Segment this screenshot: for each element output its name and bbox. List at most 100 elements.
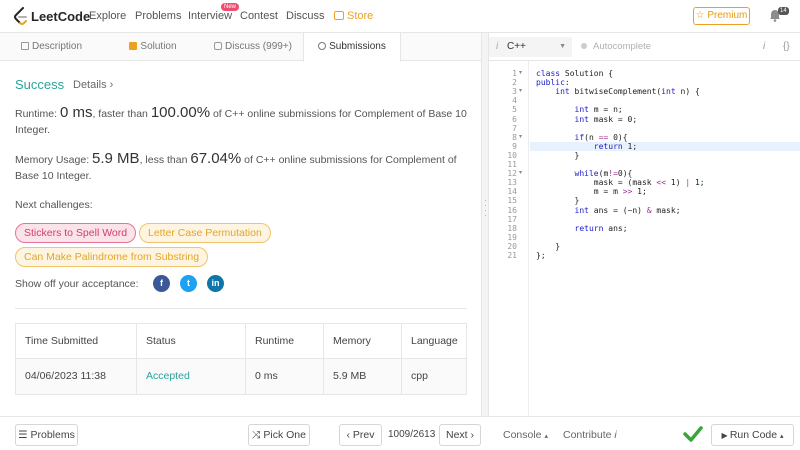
premium-button[interactable]: ☆ Premium [693, 7, 750, 25]
facebook-icon[interactable]: f [153, 275, 170, 292]
line-number: 17 [507, 214, 517, 224]
cell-status-accepted[interactable]: Accepted [137, 359, 246, 394]
braces-icon-button[interactable]: {} [783, 33, 790, 61]
twitter-icon[interactable]: t [180, 275, 197, 292]
contribute-button[interactable]: Contribute i [563, 424, 617, 446]
info-icon: i [614, 429, 617, 441]
runtime-summary: Runtime: 0 ms, faster than 100.00% of C+… [15, 105, 467, 138]
language-select[interactable]: i C++ ▼ [489, 37, 572, 57]
table-row[interactable]: 04/06/2023 11:38 Accepted 0 ms 5.9 MB cp… [16, 359, 466, 394]
tab-submissions-label: Submissions [329, 41, 386, 52]
header-status: Status [137, 324, 246, 359]
line-number: 19 [507, 232, 517, 242]
line-number: 18 [507, 223, 517, 233]
clock-icon [318, 42, 327, 50]
problem-tabs: Description Solution Discuss (999+) Subm… [0, 33, 481, 62]
header-language: Language [411, 335, 458, 347]
line-number: 8 [512, 132, 517, 142]
code-line: int ans = (~n) & mask; [574, 205, 681, 215]
submissions-table: Time Submitted Status Runtime Memory Lan… [15, 323, 467, 395]
shuffle-icon: ⤨ [252, 429, 264, 441]
pane-splitter[interactable]: · · · · [481, 33, 489, 416]
code-line: m = m >> 1; [536, 187, 647, 197]
line-number: 11 [507, 160, 517, 169]
linkedin-icon[interactable]: in [207, 275, 224, 292]
tab-discuss[interactable]: Discuss (999+) [203, 33, 303, 61]
leetcode-logo[interactable]: LeetCode [14, 7, 90, 25]
code-line: int mask = 0; [574, 114, 638, 124]
code-line: } [536, 241, 561, 251]
line-number: 21 [507, 251, 517, 260]
prev-button[interactable]: ‹ Prev [339, 424, 382, 446]
notification-count: 14 [778, 7, 789, 15]
code-line: int m = n; [574, 105, 623, 115]
console-label: Console [503, 429, 542, 441]
challenge-stickers-to-spell-word[interactable]: Stickers to Spell Word [15, 223, 137, 243]
line-number: 9 [512, 141, 517, 151]
runtime-label: Runtime: [15, 108, 58, 120]
problems-button[interactable]: ☰ Problems [15, 424, 78, 446]
challenge-letter-case-permutation[interactable]: Letter Case Permutation [139, 223, 271, 243]
nav-discuss[interactable]: Discuss [286, 10, 325, 22]
code-line: } [536, 196, 580, 206]
caret-up-icon: ▴ [544, 433, 548, 440]
line-number: 12 [507, 169, 517, 179]
play-icon: ▶ [721, 431, 730, 440]
problems-button-label: Problems [30, 429, 75, 441]
line-number: 5 [512, 105, 517, 115]
discuss-icon [214, 42, 223, 50]
nav-store[interactable]: Store [334, 10, 373, 22]
details-link[interactable]: Details › [73, 79, 113, 91]
nav-contest[interactable]: Contest [240, 10, 278, 22]
code-editor[interactable]: class Solution {public: int bitwiseCompl… [530, 61, 800, 416]
tab-discuss-label: Discuss (999+) [225, 41, 292, 52]
lock-icon [129, 42, 138, 50]
console-button[interactable]: Console ▴ [503, 424, 548, 448]
next-button[interactable]: Next › [439, 424, 481, 446]
fold-toggle-icon[interactable]: ▾ [519, 169, 522, 178]
description-icon [20, 42, 29, 50]
nav-interview[interactable]: Interview New [188, 3, 240, 22]
line-number: 13 [507, 178, 517, 188]
memory-mid: , less than [139, 154, 188, 166]
fold-toggle-icon[interactable]: ▾ [519, 87, 522, 96]
run-code-button[interactable]: ▶ Run Code ▴ [711, 424, 794, 446]
runtime-percentile: 100.00% [150, 104, 211, 121]
autocomplete-toggle[interactable]: Autocomplete [581, 33, 651, 61]
runtime-mid: , faster than [92, 108, 148, 120]
code-line: while(m!=0){ [574, 169, 633, 179]
run-code-label: Run Code [729, 429, 778, 441]
table-header-row: Time Submitted Status Runtime Memory Lan… [16, 324, 466, 359]
tab-solution[interactable]: Solution [103, 33, 203, 61]
tab-description[interactable]: Description [0, 33, 103, 61]
memory-summary: Memory Usage: 5.9 MB, less than 67.04% o… [15, 151, 467, 184]
line-number: 14 [507, 187, 517, 197]
code-line: class Solution { [536, 69, 614, 78]
header-memory: Memory [324, 324, 402, 359]
cell-language: cpp [411, 370, 428, 382]
nav-explore[interactable]: Explore [89, 10, 126, 22]
code-line: public: [536, 78, 570, 88]
leetcode-logo-icon [14, 7, 27, 25]
fold-toggle-icon[interactable]: ▾ [519, 69, 522, 78]
tab-submissions[interactable]: Submissions [303, 33, 401, 62]
drag-handle-icon: · · · · [484, 195, 487, 220]
line-number: 6 [512, 114, 517, 124]
header-runtime: Runtime [246, 324, 324, 359]
challenge-can-make-palindrome[interactable]: Can Make Palindrome from Substring [15, 247, 209, 267]
line-number: 4 [512, 96, 517, 106]
list-icon: ☰ [18, 429, 31, 441]
next-challenges-label: Next challenges: [15, 199, 93, 211]
fold-toggle-icon[interactable]: ▾ [519, 133, 522, 142]
nav-store-label: Store [347, 10, 374, 22]
memory-value: 5.9 MB [92, 150, 140, 167]
code-line: mask = (mask << 1) | 1; [536, 178, 705, 188]
editor-toolbar: i C++ ▼ Autocomplete i {} [489, 33, 800, 61]
code-line: if(n == 0){ [574, 132, 628, 142]
nav-problems[interactable]: Problems [135, 10, 181, 22]
caret-up-icon: ▴ [780, 433, 784, 440]
info-icon-button[interactable]: i [763, 33, 765, 61]
cell-memory: 5.9 MB [324, 359, 402, 394]
pick-one-button[interactable]: ⤨ Pick One [248, 424, 310, 446]
runtime-value: 0 ms [59, 104, 93, 121]
